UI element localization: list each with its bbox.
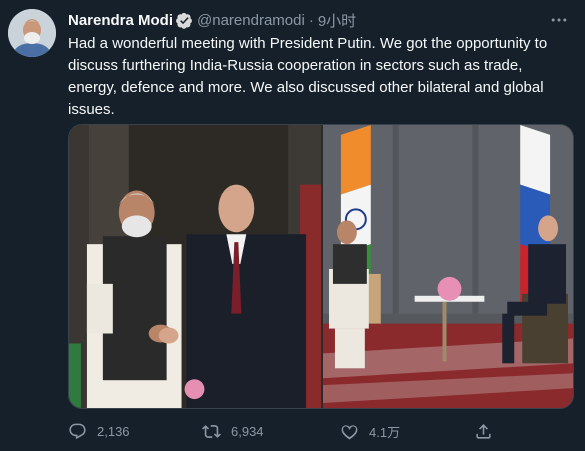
tweet-card[interactable]: Narendra Modi @narendramodi · 9小时 Had a … xyxy=(0,0,585,451)
tweet-text: Had a wonderful meeting with President P… xyxy=(68,35,548,118)
share-icon xyxy=(474,422,493,441)
separator: · xyxy=(308,11,314,29)
tweet-header: Narendra Modi @narendramodi · 9小时 xyxy=(68,10,356,30)
tweet-actions: 2,136 6,934 4.1万 xyxy=(68,418,508,444)
retweet-button[interactable]: 6,934 xyxy=(202,418,264,444)
profile-avatar[interactable] xyxy=(8,9,56,57)
reply-icon xyxy=(68,422,87,441)
reply-count: 2,136 xyxy=(97,423,130,439)
verified-badge-icon xyxy=(176,12,193,29)
tweet-timestamp[interactable]: 9小时 xyxy=(318,10,356,31)
photo-meeting[interactable] xyxy=(323,125,573,408)
author-name[interactable]: Narendra Modi xyxy=(68,12,173,29)
heart-icon xyxy=(340,422,359,441)
retweet-count: 6,934 xyxy=(231,423,264,439)
media-grid[interactable] xyxy=(68,124,574,409)
retweet-icon xyxy=(202,422,221,441)
share-button[interactable] xyxy=(474,418,493,444)
like-button[interactable]: 4.1万 xyxy=(340,418,400,444)
more-options-icon[interactable] xyxy=(549,10,569,30)
like-count: 4.1万 xyxy=(369,424,401,440)
author-handle[interactable]: @narendramodi xyxy=(197,12,305,29)
reply-button[interactable]: 2,136 xyxy=(68,418,130,444)
photo-handshake[interactable] xyxy=(69,125,321,408)
